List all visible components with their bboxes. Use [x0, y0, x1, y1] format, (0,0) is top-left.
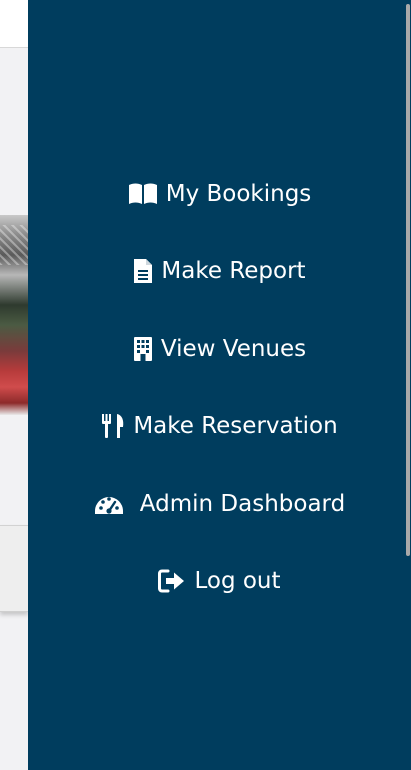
navigation-drawer: My Bookings Make Report View Venues Make… — [28, 0, 411, 770]
nav-item-label: My Bookings — [165, 180, 312, 207]
background-card — [0, 525, 28, 612]
gauge-icon — [94, 493, 124, 515]
sign-out-icon — [158, 569, 186, 593]
background-page — [0, 0, 28, 770]
app-screen: My Bookings Make Report View Venues Make… — [0, 0, 411, 770]
nav-item-label: Make Report — [161, 258, 306, 285]
background-header-bar — [0, 0, 28, 48]
nav-menu: My Bookings Make Report View Venues Make… — [28, 155, 411, 620]
book-open-icon — [128, 182, 158, 206]
venue-photo — [0, 215, 28, 415]
nav-item-label: View Venues — [160, 335, 307, 362]
building-icon — [133, 336, 153, 362]
nav-item-label: Log out — [194, 568, 281, 595]
nav-item-my-bookings[interactable]: My Bookings — [128, 155, 312, 233]
drawer-scrollbar[interactable] — [406, 4, 410, 556]
utensils-icon — [101, 413, 125, 439]
nav-item-make-report[interactable]: Make Report — [133, 233, 306, 311]
file-text-icon — [133, 258, 153, 284]
nav-item-admin-dashboard[interactable]: Admin Dashboard — [94, 465, 345, 543]
nav-item-make-reservation[interactable]: Make Reservation — [101, 388, 338, 466]
nav-item-label: Admin Dashboard — [139, 490, 346, 517]
nav-item-view-venues[interactable]: View Venues — [133, 310, 306, 388]
nav-item-label: Make Reservation — [133, 413, 338, 440]
nav-item-log-out[interactable]: Log out — [158, 543, 281, 621]
